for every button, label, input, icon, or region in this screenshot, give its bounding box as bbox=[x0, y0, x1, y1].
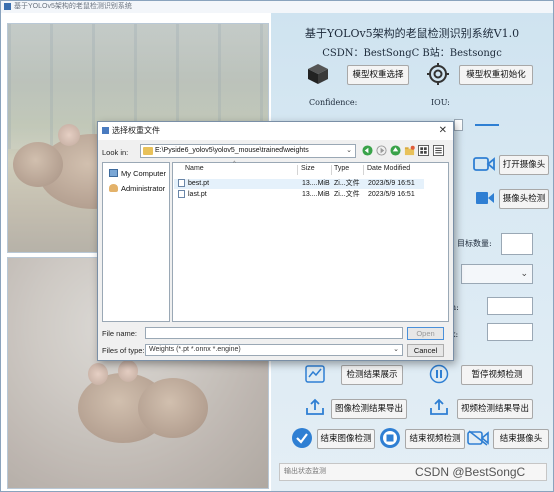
coord-field-b bbox=[487, 323, 533, 341]
window-title: 基于YOLOv5架构的老鼠检测识别系统 bbox=[14, 3, 132, 10]
upload-icon bbox=[306, 398, 324, 415]
app-subtitle: CSDN：BestSongC B站：Bestsongc bbox=[322, 48, 502, 59]
iou-label: IOU: bbox=[431, 98, 450, 107]
iou-spinbox[interactable] bbox=[454, 119, 463, 131]
file-name-input[interactable] bbox=[145, 327, 403, 339]
list-view-icon[interactable] bbox=[418, 145, 429, 156]
cube-icon bbox=[308, 64, 328, 84]
column-header-name[interactable]: Name bbox=[185, 165, 204, 172]
dialog-titlebar: 选择权重文件 ✕ bbox=[98, 122, 453, 140]
file-row-best[interactable]: best.pt 13....MiB Zi...文件 2023/5/9 16:51 bbox=[174, 179, 424, 189]
file-dialog: 选择权重文件 ✕ Look in: E:\Pyside6_yolov5\yolo… bbox=[97, 121, 454, 361]
confidence-label: Confidence: bbox=[309, 98, 358, 107]
camera-detect-icon bbox=[476, 192, 494, 204]
column-header-date[interactable]: Date Modified bbox=[367, 165, 410, 172]
file-icon bbox=[178, 190, 185, 198]
iou-slider[interactable] bbox=[475, 124, 499, 126]
end-image-detect-button[interactable]: 结束图像检测 bbox=[317, 429, 375, 449]
dialog-body: Look in: E:\Pyside6_yolov5\yolov5_mouse\… bbox=[98, 140, 453, 360]
app-icon bbox=[4, 2, 11, 10]
export-video-button[interactable]: 视频检测结果导出 bbox=[457, 399, 533, 419]
init-model-button[interactable]: 模型权重初始化 bbox=[459, 65, 533, 85]
look-in-combobox[interactable]: E:\Pyside6_yolov5\yolov5_mouse\trained\w… bbox=[140, 144, 356, 158]
close-icon[interactable]: ✕ bbox=[439, 122, 447, 140]
pause-video-button[interactable]: 暂停视频检测 bbox=[461, 365, 533, 385]
camera-off-icon bbox=[467, 430, 489, 446]
user-icon bbox=[109, 184, 118, 192]
target-icon bbox=[427, 63, 449, 85]
new-folder-icon[interactable] bbox=[404, 145, 415, 156]
file-type-label: Files of type: bbox=[102, 346, 145, 355]
select-weights-button[interactable]: 模型权重选择 bbox=[347, 65, 409, 85]
coord-field-a bbox=[487, 297, 533, 315]
column-header-type[interactable]: Type bbox=[334, 165, 349, 172]
pause-icon bbox=[429, 364, 449, 384]
close-camera-button[interactable]: 结束摄像头 bbox=[493, 429, 549, 449]
target-select[interactable]: ⌄ bbox=[461, 264, 533, 284]
cancel-button[interactable]: Cancel bbox=[407, 344, 444, 357]
window-titlebar: 基于YOLOv5架构的老鼠检测识别系统 bbox=[1, 1, 553, 13]
file-name-label: File name: bbox=[102, 329, 138, 338]
end-video-detect-button[interactable]: 结束视频检测 bbox=[405, 429, 465, 449]
export-image-button[interactable]: 图像检测结果导出 bbox=[331, 399, 407, 419]
folder-icon bbox=[143, 147, 153, 155]
computer-icon bbox=[109, 169, 118, 177]
open-button[interactable]: Open bbox=[407, 327, 444, 340]
dialog-title: 选择权重文件 bbox=[112, 126, 160, 135]
app-title: 基于YOLOv5架构的老鼠检测识别系统V1.0 bbox=[304, 27, 520, 40]
chevron-down-icon: ⌄ bbox=[346, 147, 352, 154]
check-circle-icon bbox=[292, 428, 312, 448]
target-count-label: 目标数量: bbox=[457, 239, 492, 248]
chart-icon bbox=[305, 365, 325, 383]
target-count-field bbox=[501, 233, 533, 255]
camera-detect-button[interactable]: 摄像头检测 bbox=[499, 189, 549, 209]
watermark: CSDN @BestSongC bbox=[415, 465, 526, 479]
dialog-app-icon bbox=[102, 127, 109, 134]
sidebar-item-my-computer[interactable]: My Computer bbox=[109, 169, 166, 178]
forward-icon[interactable] bbox=[376, 145, 387, 156]
chevron-down-icon: ⌄ bbox=[393, 346, 399, 353]
open-camera-button[interactable]: 打开摄像头 bbox=[499, 155, 549, 175]
video-camera-icon bbox=[473, 157, 495, 171]
show-results-button[interactable]: 检测结果展示 bbox=[341, 365, 403, 385]
app-window: 基于YOLOv5架构的老鼠检测识别系统 基于YOLOv5架构的老鼠检测识别系统V… bbox=[0, 0, 554, 492]
sort-arrow-icon: ^ bbox=[233, 161, 236, 167]
upload-icon bbox=[430, 398, 448, 415]
file-icon bbox=[178, 179, 185, 187]
look-in-label: Look in: bbox=[102, 148, 129, 157]
file-row-last[interactable]: last.pt 13....MiB Zi...文件 2023/5/9 16:51 bbox=[174, 190, 424, 200]
places-sidebar: My Computer Administrator bbox=[102, 162, 170, 322]
stop-icon bbox=[380, 428, 400, 448]
sidebar-item-administrator[interactable]: Administrator bbox=[109, 184, 165, 193]
file-type-select[interactable]: Weights (*.pt *.onnx *.engine) ⌄ bbox=[145, 344, 403, 356]
column-header-size[interactable]: Size bbox=[301, 165, 315, 172]
back-icon[interactable] bbox=[362, 145, 373, 156]
chevron-down-icon: ⌄ bbox=[520, 268, 528, 278]
up-folder-icon[interactable] bbox=[390, 145, 401, 156]
detail-view-icon[interactable] bbox=[433, 145, 444, 156]
file-list: Name ^ Size Type Date Modified best.pt 1… bbox=[172, 161, 449, 322]
look-in-path: E:\Pyside6_yolov5\yolov5_mouse\trained\w… bbox=[155, 147, 309, 154]
